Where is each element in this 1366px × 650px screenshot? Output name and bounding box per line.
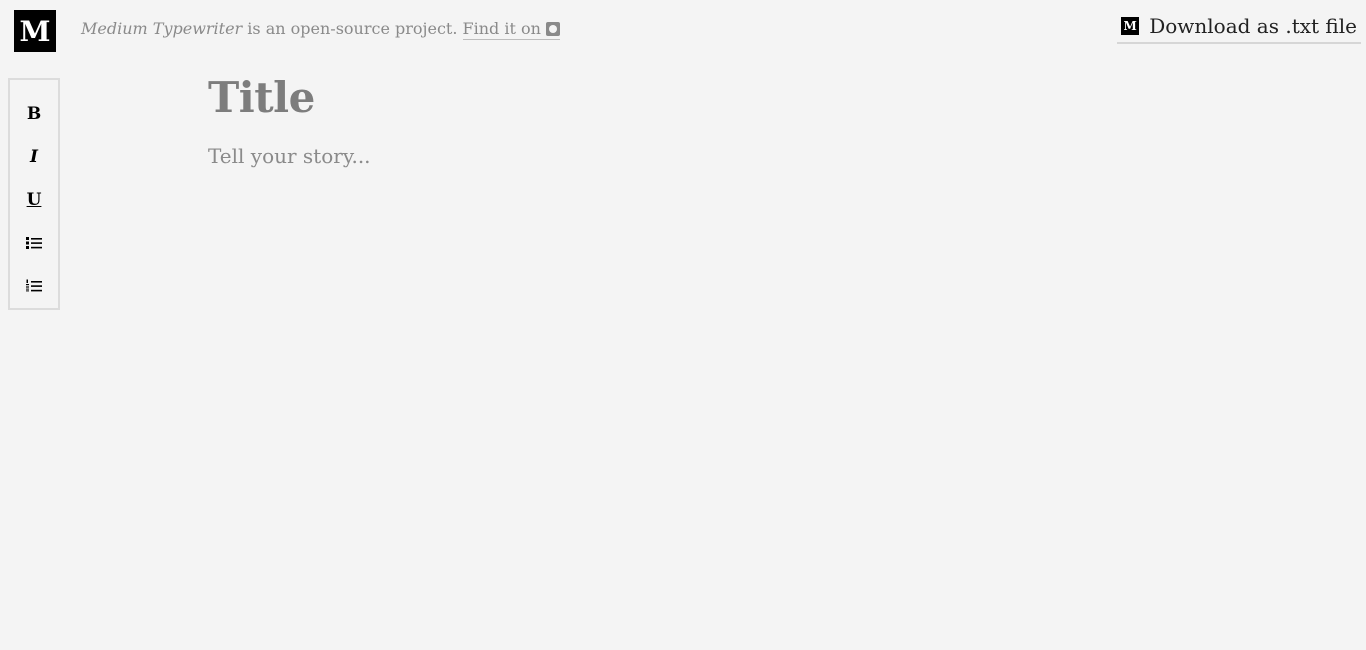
underline-icon: U [26,190,42,210]
bullet-list-button[interactable] [14,222,54,265]
find-link-label: Find it on [462,19,541,38]
tagline: Medium Typewriter is an open-source proj… [81,19,561,40]
tagline-text: is an open-source project. [242,19,463,38]
editor: Title Tell your story... [208,72,1108,170]
story-field[interactable]: Tell your story... [208,142,1108,170]
bold-icon: B [26,103,42,124]
numbered-list-icon [26,279,42,292]
page: M Medium Typewriter is an open-source pr… [0,0,1366,650]
logo-letter: M [19,14,51,48]
github-icon [546,22,561,36]
italic-icon: I [30,146,38,167]
bold-button[interactable]: B [14,92,54,135]
numbered-list-button[interactable] [14,265,54,308]
italic-button[interactable]: I [14,135,54,178]
medium-m-icon: M [1121,17,1140,35]
project-name: Medium Typewriter [81,19,243,38]
title-field[interactable]: Title [208,72,1108,124]
download-txt-button[interactable]: M Download as .txt file [1117,14,1361,44]
find-on-github-link[interactable]: Find it on [462,19,561,40]
download-label: Download as .txt file [1149,14,1357,38]
bullet-list-icon [26,237,42,250]
medium-logo[interactable]: M [14,10,56,52]
underline-button[interactable]: U [14,178,54,221]
formatting-toolbar: B I U [8,78,60,310]
